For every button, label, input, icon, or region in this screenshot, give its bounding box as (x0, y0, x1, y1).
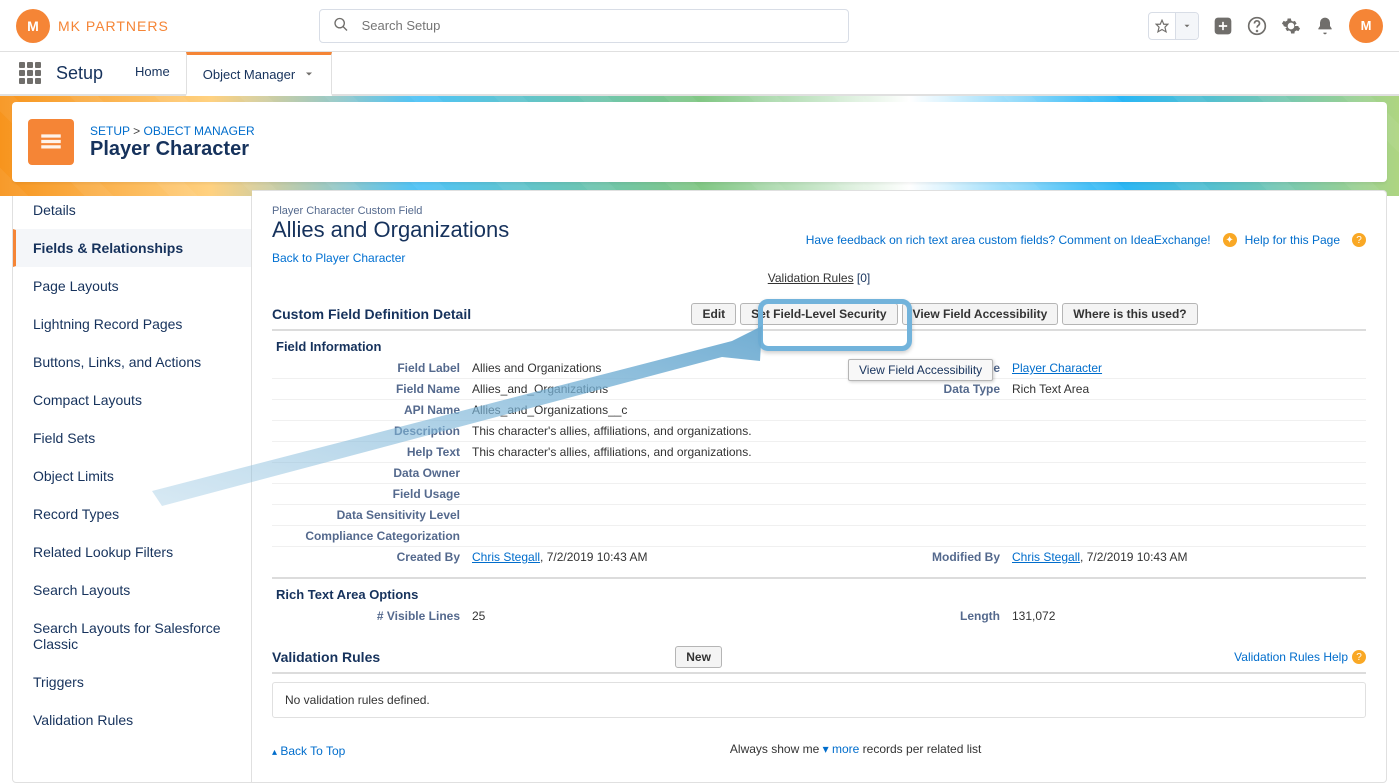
where-is-this-used-button[interactable]: Where is this used? (1062, 303, 1197, 325)
search-icon (333, 16, 349, 35)
app-launcher-icon[interactable] (8, 52, 52, 94)
breadcrumb[interactable]: SETUP > OBJECT MANAGER (90, 124, 255, 138)
page-title: Player Character (90, 138, 255, 161)
help-for-page-link[interactable]: Help for this Page (1245, 233, 1340, 247)
edit-button[interactable]: Edit (691, 303, 736, 325)
sidebar-item-record-types[interactable]: Record Types (13, 495, 251, 533)
view-field-accessibility-button[interactable]: View Field Accessibility (902, 303, 1059, 325)
back-link[interactable]: Back to Player Character (272, 251, 405, 265)
triangle-down-icon: ▾ (823, 742, 829, 756)
sidebar-item-field-sets[interactable]: Field Sets (13, 419, 251, 457)
brand-name: MK PARTNERS (58, 18, 169, 34)
favorites-dropdown[interactable] (1148, 12, 1199, 40)
tab-home[interactable]: Home (119, 52, 186, 94)
more-records-link[interactable]: more (832, 742, 859, 756)
new-validation-button[interactable]: New (675, 646, 722, 668)
sidebar-item-page-layouts[interactable]: Page Layouts (13, 267, 251, 305)
sidebar-item-object-limits[interactable]: Object Limits (13, 457, 251, 495)
help-icon: ? (1352, 233, 1366, 247)
back-to-top-link[interactable]: Back To Top (280, 744, 345, 758)
modified-by-link[interactable]: Chris Stegall (1012, 550, 1080, 564)
validation-count: [0] (857, 271, 870, 285)
detail-panel: Player Character Custom Field Allies and… (252, 190, 1387, 783)
sidebar-item-fields-relationships[interactable]: Fields & Relationships (13, 229, 251, 267)
lightbulb-icon: ✦ (1223, 233, 1237, 247)
subsection-rta: Rich Text Area Options (272, 577, 1366, 606)
validation-help-link[interactable]: Validation Rules Help (1234, 650, 1348, 664)
sidebar-item-details[interactable]: Details (13, 191, 251, 229)
sidebar-item-compact-layouts[interactable]: Compact Layouts (13, 381, 251, 419)
gear-icon[interactable] (1281, 16, 1301, 36)
no-validation-rules-msg: No validation rules defined. (272, 682, 1366, 718)
sidebar-item-triggers[interactable]: Triggers (13, 663, 251, 701)
object-icon (28, 119, 74, 165)
sidebar-item-validation-rules[interactable]: Validation Rules (13, 701, 251, 739)
sidebar-item-search-layouts-for-salesforce-classic[interactable]: Search Layouts for Salesforce Classic (13, 609, 251, 663)
object-name-link[interactable]: Player Character (1012, 361, 1102, 375)
avatar[interactable]: M (1349, 9, 1383, 43)
validation-rules-anchor[interactable]: Validation Rules (768, 271, 854, 285)
sidebar: DetailsFields & RelationshipsPage Layout… (12, 190, 252, 783)
section-title-definition: Custom Field Definition Detail (272, 306, 471, 322)
tooltip-view-accessibility: View Field Accessibility (848, 359, 993, 381)
help-icon: ? (1352, 650, 1366, 664)
feedback-link[interactable]: Have feedback on rich text area custom f… (806, 233, 1211, 247)
created-by-link[interactable]: Chris Stegall (472, 550, 540, 564)
logo-badge-icon: M (16, 9, 50, 43)
sidebar-item-search-layouts[interactable]: Search Layouts (13, 571, 251, 609)
add-icon[interactable] (1213, 16, 1233, 36)
chevron-down-icon (303, 68, 315, 80)
set-field-level-security-button[interactable]: Set Field-Level Security (740, 303, 897, 325)
caret-up-icon: ▴ (272, 747, 277, 758)
bell-icon[interactable] (1315, 16, 1335, 36)
detail-title: Allies and Organizations (272, 217, 509, 243)
star-icon (1149, 13, 1175, 39)
subsection-field-info: Field Information (272, 331, 1366, 358)
section-title-validation: Validation Rules (272, 649, 380, 665)
sidebar-item-related-lookup-filters[interactable]: Related Lookup Filters (13, 533, 251, 571)
search-input[interactable] (319, 9, 849, 43)
brand-logo[interactable]: M MK PARTNERS (16, 9, 169, 43)
sidebar-item-buttons-links-and-actions[interactable]: Buttons, Links, and Actions (13, 343, 251, 381)
detail-eyebrow: Player Character Custom Field (272, 205, 509, 217)
help-icon[interactable] (1247, 16, 1267, 36)
app-name: Setup (52, 52, 119, 94)
sidebar-item-lightning-record-pages[interactable]: Lightning Record Pages (13, 305, 251, 343)
tab-object-manager[interactable]: Object Manager (186, 52, 333, 96)
chevron-down-icon (1175, 13, 1198, 39)
